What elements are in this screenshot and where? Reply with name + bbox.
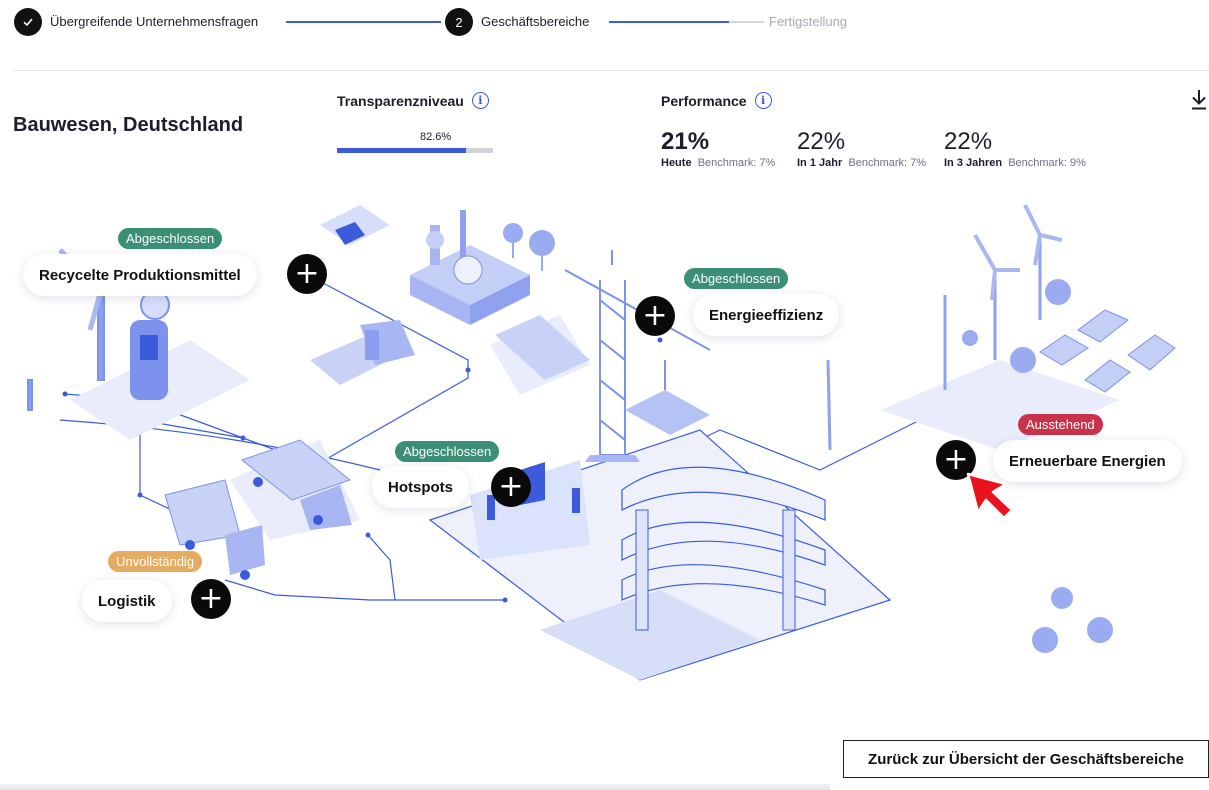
status-badge-pending: Ausstehend xyxy=(1018,414,1103,435)
transparency-progress-bar xyxy=(337,148,493,153)
area-label-recycelte-produktionsmittel[interactable]: Recycelte Produktionsmittel xyxy=(23,254,257,296)
info-icon[interactable]: i xyxy=(471,92,489,109)
performance-period: In 1 Jahr xyxy=(797,157,843,169)
area-label-logistik[interactable]: Logistik xyxy=(82,580,172,622)
plus-icon[interactable]: + xyxy=(287,254,327,294)
connection-path xyxy=(59,419,381,471)
transparency-value: 82.6% xyxy=(420,131,452,143)
area-label-hotspots[interactable]: Hotspots xyxy=(372,466,469,508)
header-divider xyxy=(14,70,1209,71)
performance-period: Heute xyxy=(661,157,692,169)
step-1-label[interactable]: Übergreifende Unternehmensfragen xyxy=(50,14,258,29)
status-badge-incomplete: Unvollständig xyxy=(108,551,203,572)
transparency-label: Transparenzniveau xyxy=(337,92,464,109)
area-label-erneuerbare-energien[interactable]: Erneuerbare Energien xyxy=(993,440,1182,482)
download-icon[interactable] xyxy=(1190,88,1208,112)
performance-benchmark: Benchmark: 9% xyxy=(1008,157,1086,169)
performance-period: In 3 Jahren xyxy=(944,157,1003,169)
progress-stepper: Übergreifende Unternehmensfragen 2 Gesch… xyxy=(14,8,1194,36)
step-3-label: Fertigstellung xyxy=(769,14,848,29)
performance-value: 21% xyxy=(661,128,710,155)
performance-today: 21% Heute Benchmark: 7% xyxy=(661,128,775,169)
area-label-energieeffizienz[interactable]: Energieeffizienz xyxy=(693,294,840,336)
performance-heading: Performance i xyxy=(661,92,772,109)
connection-path xyxy=(367,534,396,601)
step-connector xyxy=(286,21,441,23)
footer-bar xyxy=(0,784,830,790)
step-2-marker: 2 xyxy=(445,8,473,36)
status-badge-completed: Abgeschlossen xyxy=(395,441,500,462)
step-2-label[interactable]: Geschäftsbereiche xyxy=(481,14,589,29)
performance-benchmark: Benchmark: 7% xyxy=(848,157,927,169)
performance-value: 22% xyxy=(944,128,993,155)
step-connector xyxy=(609,21,729,23)
plus-icon[interactable]: + xyxy=(635,296,675,336)
cursor-arrow-icon xyxy=(966,472,1014,520)
performance-label: Performance xyxy=(661,92,747,109)
performance-1-year: 22% In 1 Jahr Benchmark: 7% xyxy=(797,128,926,169)
step-connector-pending xyxy=(729,21,764,23)
info-icon[interactable]: i xyxy=(754,92,772,109)
transparency-heading: Transparenzniveau i xyxy=(337,92,489,109)
performance-3-years: 22% In 3 Jahren Benchmark: 9% xyxy=(944,128,1086,169)
transparency-progress-fill xyxy=(337,148,466,153)
performance-benchmark: Benchmark: 7% xyxy=(697,157,776,169)
performance-value: 22% xyxy=(797,128,846,155)
status-badge-completed: Abgeschlossen xyxy=(118,228,223,249)
plus-icon[interactable]: + xyxy=(191,579,231,619)
status-badge-completed: Abgeschlossen xyxy=(684,268,789,289)
page-title: Bauwesen, Deutschland xyxy=(13,114,244,136)
check-icon xyxy=(14,8,42,36)
plus-icon[interactable]: + xyxy=(491,467,531,507)
connection-path xyxy=(224,579,505,601)
back-to-overview-button[interactable]: Zurück zur Übersicht der Geschäftsbereic… xyxy=(843,740,1209,778)
